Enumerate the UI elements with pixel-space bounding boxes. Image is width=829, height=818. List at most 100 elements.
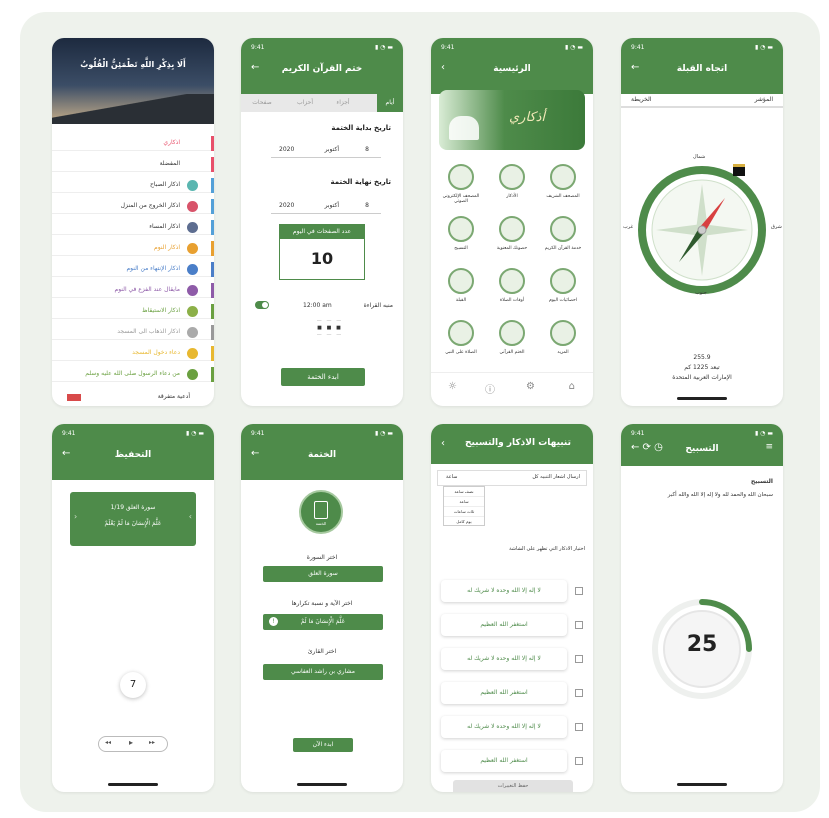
chevron-right-icon[interactable]: › (189, 512, 192, 521)
azkar-option[interactable]: لا إله إلا الله وحده لا شريك له (441, 648, 567, 670)
tab-map[interactable]: الخريطة (631, 96, 652, 103)
menu-item[interactable]: من دعاء الرسول صلى الله عليه وسلم (52, 367, 214, 382)
end-date-label: تاريخ نهاية الختمة (330, 178, 391, 186)
azkar-option[interactable]: استغفر الله العظيم (441, 614, 567, 636)
home-indicator (297, 783, 347, 786)
info-icon: ! (269, 617, 278, 626)
azkar-option-label: استغفر الله العظيم (480, 757, 528, 764)
tab-juz[interactable]: أجزاء (331, 94, 355, 112)
grid-item[interactable]: الصلاة على النبي (441, 320, 481, 368)
chevron-left-icon[interactable]: ‹ (74, 512, 77, 521)
menu-item[interactable]: دعاء دخول المسجد (52, 346, 214, 361)
menu-item[interactable]: اذكار الذهاب الى المسجد (52, 325, 214, 340)
menu-footer-label: أدعية متفرقة (157, 393, 190, 400)
grid-item[interactable]: القبلة (441, 268, 481, 316)
dropdown-option[interactable]: يوم كامل (444, 517, 484, 526)
book-icon (499, 320, 525, 346)
grid-item[interactable]: المصحف الإلكتروني الصوتي (441, 164, 481, 212)
reader-select[interactable]: مشاري بن راشد العفاسي (263, 664, 383, 680)
azkar-checkbox[interactable] (575, 757, 583, 765)
repeat-counter[interactable]: 7 (120, 672, 146, 698)
tasbeeh-screen: 9:41 ▮ ◔ ▬ ← ⟳ ◷ التسبيح ≡ التسبيح سبحان… (621, 424, 783, 792)
notify-every-row[interactable]: ارسال اشعار التنبيه كل ساعة (437, 470, 587, 486)
banner-calligraphy: أذكاري (509, 110, 546, 125)
notify-every-label: ارسال اشعار التنبيه كل (532, 474, 580, 480)
qibla-distance: تبعد 1225 كم (684, 364, 720, 371)
grid-item[interactable]: حصونك المعنوية (492, 216, 532, 264)
back-arrow-icon[interactable]: ‹ (441, 438, 445, 449)
home-banner[interactable]: أذكاري (439, 90, 585, 150)
grid-item[interactable]: الختم القرآني (492, 320, 532, 368)
tab-hizb[interactable]: أحزاب (293, 94, 317, 112)
grid-item[interactable]: خدمة القرآن الكريم (543, 216, 583, 264)
bulb-icon[interactable]: ☼ (448, 381, 457, 392)
play-icon[interactable]: ▸ (129, 738, 133, 747)
grid-item[interactable]: المصحف الشريف (543, 164, 583, 212)
dropdown-option[interactable]: ساعة (444, 497, 484, 507)
azkar-option[interactable]: استغفر الله العظيم (441, 682, 567, 704)
settings-icon[interactable]: ⚙ (526, 381, 535, 392)
choose-surah-label: اختر السورة (306, 554, 338, 561)
menu-item-label: اذكاري (163, 139, 180, 146)
tab-pages[interactable]: صفحات (247, 94, 277, 112)
azkar-checkbox[interactable] (575, 621, 583, 629)
menu-item[interactable]: اذكار الإنتهاء من النوم (52, 262, 214, 277)
info-icon[interactable]: ⓘ (485, 381, 495, 396)
azkar-option-label: استغفر الله العظيم (480, 689, 528, 696)
grid-item[interactable]: أوقات الصلاة (492, 268, 532, 316)
dropdown-option[interactable]: نصف ساعة (444, 487, 484, 497)
back-arrow-icon[interactable]: ← (62, 448, 70, 459)
grid-item[interactable]: المزيد (543, 320, 583, 368)
end-date-picker[interactable]: 8 أكتوبر 2020 (271, 200, 381, 214)
menu-item[interactable]: مايقال عند الفزع في النوم (52, 283, 214, 298)
menu-item[interactable]: اذكار الخروج من المنزل (52, 199, 214, 214)
reminder-time[interactable]: 12:00 am (303, 302, 332, 309)
reminder-toggle[interactable] (255, 301, 269, 309)
start-date-picker[interactable]: 8 أكتوبر 2020 (271, 144, 381, 158)
rewind-icon[interactable]: ◂◂ (105, 739, 111, 746)
menu-item[interactable]: المفضلة (52, 157, 214, 172)
surah-select[interactable]: سورة العلق (263, 566, 383, 582)
azkar-checkbox[interactable] (575, 587, 583, 595)
menu-footer[interactable]: أدعية متفرقة (52, 390, 214, 406)
back-arrow-icon[interactable]: ← (631, 62, 639, 73)
home-icon[interactable]: ⌂ (569, 381, 575, 392)
menu-icon[interactable]: ≡ (765, 442, 773, 452)
start-khatm-button[interactable]: ابدء الختمة (281, 368, 365, 386)
dome-icon (448, 320, 474, 346)
menu-item[interactable]: اذكار المساء (52, 220, 214, 235)
khatm-header: 9:41 ▮ ◔ ▬ ← ختم القرآن الكريم (241, 38, 403, 94)
azkar-option[interactable]: لا إله إلا الله وحده لا شريك له (441, 716, 567, 738)
dropdown-option[interactable]: ثلاث ساعات (444, 507, 484, 517)
save-button[interactable]: حفظ التغييرات (453, 780, 573, 792)
back-arrow-icon[interactable]: ‹ (441, 62, 445, 73)
grid-item[interactable]: الأذكار (492, 164, 532, 212)
tasbeeh-text: سبحان الله والحمد لله ولا إله إلا الله و… (667, 492, 773, 498)
menu-item-accent (211, 157, 214, 172)
quran-icon (550, 164, 576, 190)
time-wheel[interactable]: — — — ■ ■ ■ — — — (299, 318, 359, 346)
tasbeeh-count: 25 (686, 632, 718, 657)
start-now-button[interactable]: ابدء الآن (293, 738, 353, 752)
interval-dropdown[interactable]: نصف ساعة ساعة ثلاث ساعات يوم كامل (443, 486, 485, 526)
forward-icon[interactable]: ▸▸ (149, 739, 155, 746)
back-arrow-icon[interactable]: ← (251, 62, 259, 73)
azkar-checkbox[interactable] (575, 723, 583, 731)
menu-item[interactable]: اذكار النوم (52, 241, 214, 256)
azkar-option[interactable]: لا إله إلا الله وحده لا شريك له (441, 580, 567, 602)
tab-days[interactable]: أيام (377, 94, 403, 112)
back-arrow-icon[interactable]: ← (251, 448, 259, 459)
menu-item[interactable]: اذكار الاستيقاظ (52, 304, 214, 319)
pages-per-day-box[interactable]: عدد الصفحات في اليوم 10 (279, 224, 365, 280)
menu-item[interactable]: اذكار الصباح (52, 178, 214, 193)
start-day: 8 (365, 146, 369, 153)
sun-icon (187, 180, 198, 191)
menu-item[interactable]: اذكاري (52, 136, 214, 151)
tab-pointer[interactable]: المؤشر (755, 96, 773, 103)
grid-item[interactable]: احصائيات اليوم (543, 268, 583, 316)
azkar-checkbox[interactable] (575, 689, 583, 697)
grid-item[interactable]: التسبيح (441, 216, 481, 264)
ayah-select[interactable]: عَلَّمَ الْإِنسَانَ مَا لَمْ ! (263, 614, 383, 630)
azkar-checkbox[interactable] (575, 655, 583, 663)
azkar-option[interactable]: استغفر الله العظيم (441, 750, 567, 772)
